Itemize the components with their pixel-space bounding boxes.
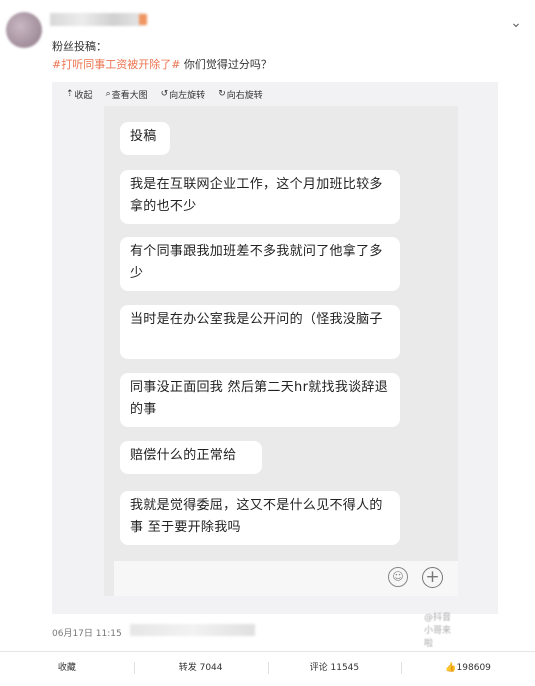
chat-bubble: 有个同事跟我加班差不多我就问了他拿了多少 xyxy=(120,237,400,291)
watermark: @抖音小哥来啦 xyxy=(424,613,452,649)
chat-screenshot[interactable]: 投稿 我是在互联网企业工作，这个月加班比较多拿的也不少 有个同事跟我加班差不多我… xyxy=(104,106,458,649)
rotate-right-label: 向右旋转 xyxy=(226,90,263,101)
post-timestamp[interactable]: 06月17日 11:15 xyxy=(52,626,122,639)
rotate-left-button[interactable]: ↺ 向左旋转 xyxy=(161,86,206,102)
post-text-line2: #打听同事工资被开除了# 你们觉得过分吗？ xyxy=(52,56,272,72)
plus-icon: + xyxy=(422,567,443,588)
emoji-icon: ☺ xyxy=(388,567,408,587)
post-text-line1: 粉丝投稿： xyxy=(52,40,107,53)
like-count: 198609 xyxy=(456,663,491,673)
chevron-down-icon[interactable]: ⌄ xyxy=(509,16,523,30)
chat-bubble: 当时是在办公室我是公开问的（怪我没脑子 xyxy=(120,305,400,359)
repost-button[interactable]: 转发 7044 xyxy=(133,652,268,686)
chat-bubble: 赔偿什么的正常给 xyxy=(120,441,262,474)
collapse-icon: ⇡ xyxy=(66,89,74,99)
rotate-right-button[interactable]: ↻ 向右旋转 xyxy=(218,86,263,102)
chat-bubble: 我就是觉得委屈，这又不是什么见不得人的事 至于要开除我吗 xyxy=(120,491,400,545)
magnifier-icon: ⌕ xyxy=(105,89,111,99)
view-large-label: 查看大图 xyxy=(111,90,148,101)
favorite-button[interactable]: 收藏 xyxy=(0,652,134,686)
action-bar: 收藏 转发 7044 评论 11545 👍198609 xyxy=(0,652,535,686)
username[interactable] xyxy=(50,13,147,26)
post-source xyxy=(130,624,255,636)
chat-bubble: 我是在互联网企业工作，这个月加班比较多拿的也不少 xyxy=(120,170,400,224)
like-button[interactable]: 👍198609 xyxy=(401,652,535,686)
comment-button[interactable]: 评论 11545 xyxy=(267,652,402,686)
chat-bubble: 同事没正面回我 然后第二天hr就找我谈辞退的事 xyxy=(120,373,400,427)
media-toolbar: ⇡ 收起 ⌕ 查看大图 ↺ 向左旋转 ↻ 向右旋转 xyxy=(66,86,263,102)
collapse-button[interactable]: ⇡ 收起 xyxy=(66,86,93,102)
rotate-left-label: 向左旋转 xyxy=(169,90,206,101)
hashtag-link[interactable]: #打听同事工资被开除了# xyxy=(52,58,180,71)
rotate-left-icon: ↺ xyxy=(160,89,169,99)
chat-bubble: 投稿 xyxy=(120,122,170,155)
thumbs-up-icon: 👍 xyxy=(445,663,457,673)
media-panel: ⇡ 收起 ⌕ 查看大图 ↺ 向左旋转 ↻ 向右旋转 投稿 我是在互联网企业工作，这个月加… xyxy=(52,82,498,649)
view-large-button[interactable]: ⌕ 查看大图 xyxy=(106,86,148,102)
rotate-right-icon: ↻ xyxy=(218,89,226,99)
collapse-label: 收起 xyxy=(74,90,93,101)
avatar[interactable] xyxy=(6,12,42,48)
post-question: 你们觉得过分吗？ xyxy=(180,58,272,71)
